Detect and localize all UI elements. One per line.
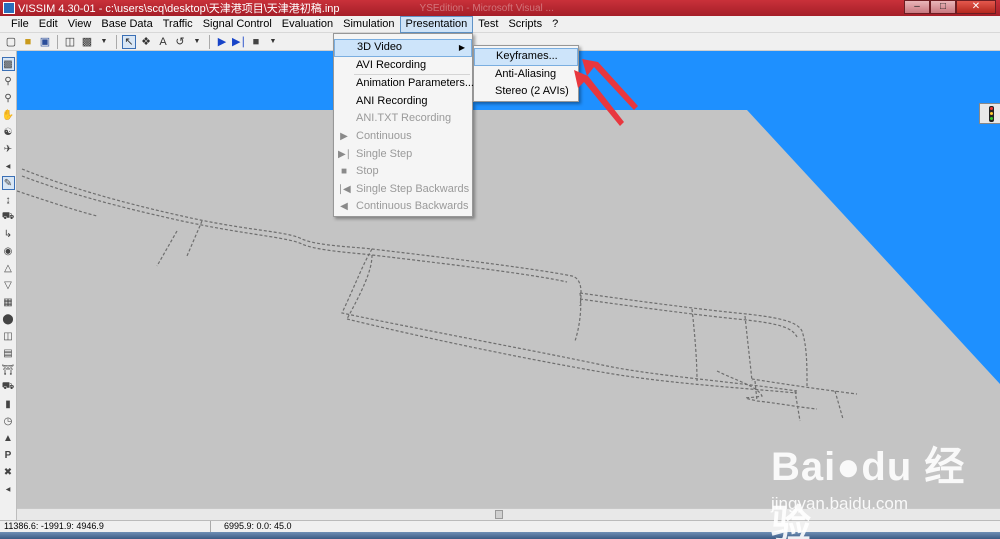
menu-file[interactable]: File [6, 16, 34, 33]
minimize-button[interactable]: – [904, 0, 930, 14]
expand-arrow-icon[interactable]: ◀ [2, 482, 15, 496]
detector-icon[interactable]: ▤ [2, 346, 15, 360]
menu-item-single-step-backwards: ∣◀ Single Step Backwards [338, 182, 470, 195]
step-icon: ▶∣ [338, 148, 351, 160]
rotate-dropdown-icon[interactable]: ▼ [190, 35, 204, 49]
connector-icon[interactable]: ↨ [2, 193, 15, 207]
signal-head-icon[interactable]: ◫ [2, 329, 15, 343]
menu-item-stop: ■ Stop [334, 163, 472, 181]
open-folder-icon[interactable]: ■ [21, 35, 35, 49]
menu-item-ani-txt-recording: ANI.TXT Recording [356, 112, 452, 125]
fly-icon[interactable]: ✈ [2, 142, 15, 156]
print-preview-icon[interactable]: ◫ [63, 35, 77, 49]
menu-traffic[interactable]: Traffic [158, 16, 198, 33]
single-step-icon[interactable]: ▶∣ [232, 35, 246, 49]
left-toolbar: ▩ ⚲ ⚲ ✋ ☯ ✈ ◀ ✎ ↨ ⛟ ↳ ◉ △ ▽ ▦ ⬤ ◫ ▤ ⛩ ⛟ … [0, 51, 17, 520]
menu-bar: File Edit View Base Data Traffic Signal … [0, 15, 1000, 33]
rotate-icon[interactable]: ↺ [173, 35, 187, 49]
annotation-arrow-lower [574, 70, 624, 126]
menu-signal-control[interactable]: Signal Control [198, 16, 277, 33]
app-icon [3, 2, 15, 14]
new-file-icon[interactable]: ▢ [4, 35, 18, 49]
close-button[interactable]: ✕ [956, 0, 996, 14]
queue-counter-icon[interactable]: ▲ [2, 431, 15, 445]
stop-icon: ■ [340, 166, 348, 178]
pan-hand-icon[interactable]: ✋ [2, 108, 15, 122]
toolbar-separator [209, 34, 210, 49]
annotation-arrows [574, 59, 638, 126]
cursor-coordinates: 11386.6: -1991.9: 4946.9 [4, 521, 104, 531]
vissim-window: VISSIM 4.30-01 - c:\users\scq\desktop\天津… [0, 0, 1000, 539]
menu-item-continuous-backwards: ◀ Continuous Backwards [334, 198, 472, 216]
tools-icon[interactable]: ✖ [2, 465, 15, 479]
menu-item-ani-recording[interactable]: ANI Recording [334, 93, 472, 111]
menu-item-avi-recording[interactable]: AVI Recording [334, 57, 472, 75]
background-window-title: YSEdition - Microsoft Visual ... [419, 2, 554, 14]
menu-scripts[interactable]: Scripts [503, 16, 547, 33]
title-bar: VISSIM 4.30-01 - c:\users\scq\desktop\天津… [0, 0, 1000, 16]
menu-item-animation-parameters[interactable]: Animation Parameters... [334, 75, 474, 93]
stop-sign-icon[interactable]: ⬤ [2, 312, 15, 326]
speed-decision-icon[interactable]: ◉ [2, 244, 15, 258]
transit-stop-icon[interactable]: ⛩ [2, 363, 15, 377]
toolbar-separator [57, 34, 58, 49]
save-icon[interactable]: ▣ [38, 35, 52, 49]
conflict-area-icon[interactable]: ▦ [2, 295, 15, 309]
zoom-window-icon[interactable]: ▩ [1, 57, 15, 71]
menu-item-single-step: ▶∣ Single Step [338, 147, 413, 160]
presentation-menu: 3D Video ▶ AVI Recording Animation Param… [333, 33, 474, 217]
toolbar-separator [116, 34, 117, 49]
zoom-in-icon[interactable]: ⚲ [2, 74, 15, 88]
play-back-icon: ◀ [340, 201, 348, 213]
node-icon[interactable]: ▮ [2, 397, 15, 411]
stop-dropdown-icon[interactable]: ▼ [266, 35, 280, 49]
window-controls: – □ ✕ [904, 0, 996, 15]
camera-position: 6995.9: 0.0: 45.0 [224, 521, 292, 531]
play-icon[interactable]: ▶ [215, 35, 229, 49]
menu-base-data[interactable]: Base Data [96, 16, 157, 33]
menu-view[interactable]: View [63, 16, 97, 33]
transit-line-icon[interactable]: ⛟ [2, 380, 15, 394]
menu-item-3d-video[interactable]: 3D Video ▶ [334, 39, 472, 57]
text-size-icon[interactable]: A [156, 35, 170, 49]
travel-time-icon[interactable]: ◷ [2, 414, 15, 428]
play-icon: ▶ [340, 130, 348, 142]
multi-select-icon[interactable]: ❖ [139, 35, 153, 49]
baidu-watermark: Bai●du 经验 jingyan.baidu.com [765, 430, 1000, 539]
menu-simulation[interactable]: Simulation [338, 16, 399, 33]
step-back-icon: ∣◀ [338, 183, 351, 195]
vehicle-input-icon[interactable]: ⛟ [2, 210, 15, 224]
parking-icon[interactable]: P [2, 448, 15, 462]
routing-icon[interactable]: ↳ [2, 227, 15, 241]
print-icon[interactable]: ▩ [80, 35, 94, 49]
menu-help[interactable]: ? [547, 16, 563, 33]
links-icon[interactable]: ✎ [1, 176, 15, 190]
menu-edit[interactable]: Edit [34, 16, 63, 33]
submenu-arrow-icon: ▶ [458, 43, 465, 52]
menu-test[interactable]: Test [473, 16, 503, 33]
menu-evaluation[interactable]: Evaluation [277, 16, 338, 33]
expand-arrow-icon[interactable]: ◀ [2, 159, 15, 173]
zoom-out-icon[interactable]: ⚲ [2, 91, 15, 105]
traffic-signal-icon[interactable] [979, 103, 1000, 124]
select-cursor-icon[interactable]: ↖ [122, 34, 136, 49]
menu-item-continuous: ▶ Continuous [334, 128, 472, 146]
maximize-button[interactable]: □ [930, 0, 956, 14]
print-dropdown-icon[interactable]: ▼ [97, 35, 111, 49]
watermark-url: jingyan.baidu.com [771, 494, 909, 513]
watermark-brand: Bai●du 经验 [771, 445, 966, 539]
reduced-speed-icon[interactable]: △ [2, 261, 15, 275]
scrollbar-thumb[interactable] [495, 510, 503, 519]
menu-presentation[interactable]: Presentation [399, 15, 474, 33]
stop-icon[interactable]: ■ [249, 35, 263, 49]
priority-rule-icon[interactable]: ▽ [2, 278, 15, 292]
window-title: VISSIM 4.30-01 - c:\users\scq\desktop\天津… [18, 3, 340, 15]
rotate-view-icon[interactable]: ☯ [2, 125, 15, 139]
